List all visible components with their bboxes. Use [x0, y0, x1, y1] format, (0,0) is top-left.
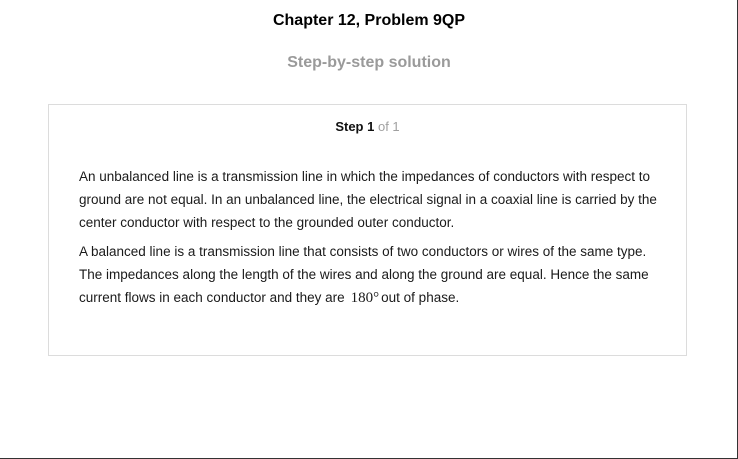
phase-angle-math: 180°	[350, 290, 380, 306]
solution-subtitle: Step-by-step solution	[287, 54, 451, 71]
step-paragraph-balanced-tail: out of phase.	[381, 290, 460, 305]
step-count: of 1	[377, 119, 400, 134]
step-paragraph-balanced: A balanced line is a transmission line t…	[79, 240, 659, 310]
step-header: Step 1 of 1	[49, 119, 686, 134]
step-paragraph-unbalanced: An unbalanced line is a transmission lin…	[79, 169, 657, 230]
chapter-title: Chapter 12, Problem 9QP	[272, 12, 466, 29]
step-card: Step 1 of 1 An unbalanced line is a tran…	[48, 104, 687, 356]
step-body: An unbalanced line is a transmission lin…	[79, 165, 659, 316]
step-label: Step 1	[335, 119, 375, 134]
